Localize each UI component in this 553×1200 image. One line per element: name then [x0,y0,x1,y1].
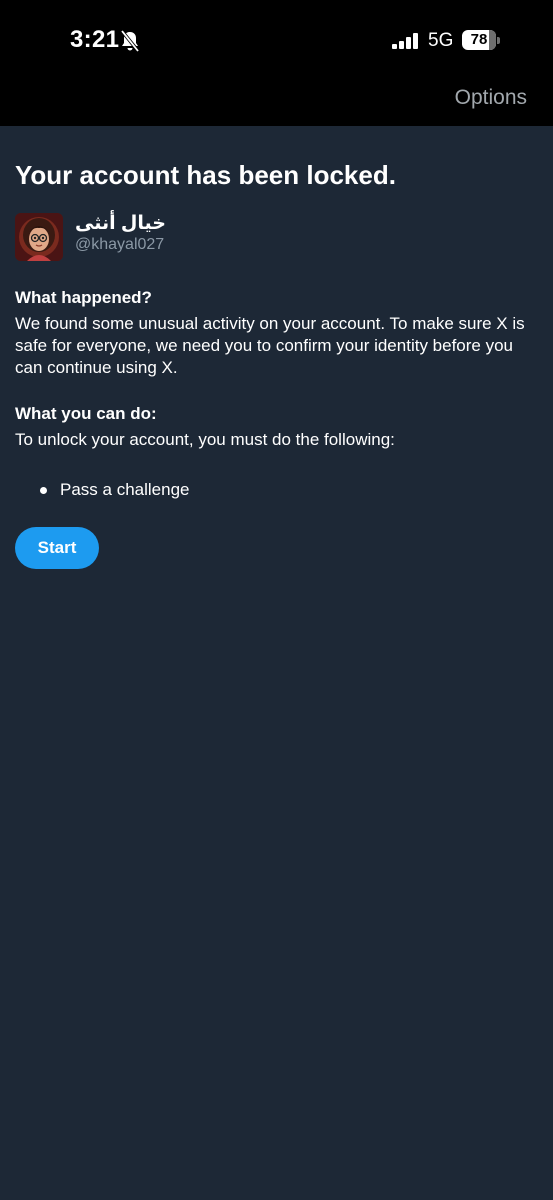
battery-indicator: 78 [462,30,500,50]
what-happened-text: We found some unusual activity on your a… [15,314,525,377]
options-button[interactable]: Options [455,86,527,110]
user-handle: @khayal027 [75,236,165,253]
locked-account-screen: 3:21 5G 78 Options Your account has been… [0,0,553,1200]
signal-icon [392,33,418,49]
battery-empty-portion [488,30,496,50]
profile-row: خيال أنثى @khayal027 [15,213,538,263]
status-and-nav-bar: 3:21 5G 78 Options [0,0,553,126]
main-content: Your account has been locked. خيال أنثى … [15,126,538,569]
display-name: خيال أنثى [75,213,166,234]
bullet-icon [40,487,47,494]
what-happened-heading: What happened? [15,288,152,307]
status-time: 3:21 [70,26,120,53]
battery-percent: 78 [470,31,488,48]
start-button[interactable]: Start [15,527,99,569]
bell-slash-icon [120,30,140,52]
network-type: 5G [428,30,454,51]
avatar-illustration [15,213,63,261]
battery-cap [497,37,500,44]
step-label: Pass a challenge [60,480,190,499]
avatar [15,213,63,261]
list-item: Pass a challenge [15,479,538,501]
page-title: Your account has been locked. [15,160,396,190]
what-you-can-do-heading: What you can do: [15,404,157,423]
steps-list: Pass a challenge [15,479,538,501]
what-you-can-do-text: To unlock your account, you must do the … [15,430,395,449]
